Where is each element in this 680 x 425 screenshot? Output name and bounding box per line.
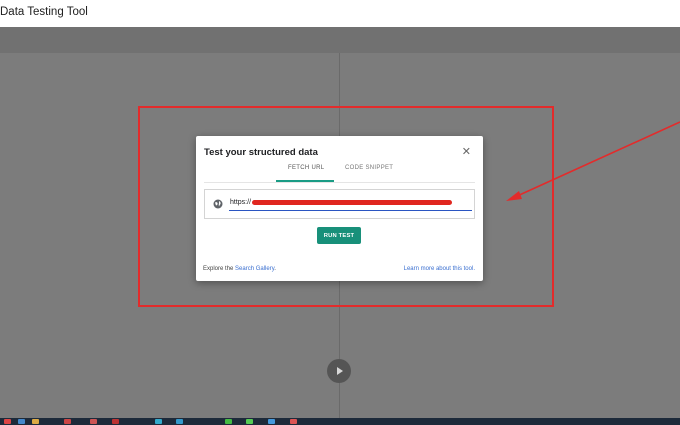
globe-icon — [213, 199, 223, 209]
taskbar-app-icon[interactable] — [155, 419, 162, 424]
dialog-title: Test your structured data — [204, 147, 318, 158]
taskbar-app-icon[interactable] — [246, 419, 253, 424]
taskbar-app-icon[interactable] — [18, 419, 25, 424]
structured-data-dialog: Test your structured data ✕ FETCH URL CO… — [196, 136, 483, 281]
taskbar-app-icon[interactable] — [290, 419, 297, 424]
taskbar-app-icon[interactable] — [176, 419, 183, 424]
close-icon[interactable]: ✕ — [462, 145, 471, 158]
tab-fetch-url[interactable]: FETCH URL — [288, 165, 324, 171]
dialog-tabs: FETCH URL CODE SNIPPET — [196, 163, 483, 183]
taskbar-app-icon[interactable] — [268, 419, 275, 424]
taskbar-app-icon[interactable] — [4, 419, 11, 424]
os-taskbar — [0, 418, 680, 425]
footer-explore: Explore the Search Gallery. — [203, 266, 276, 272]
tab-code-snippet[interactable]: CODE SNIPPET — [345, 165, 393, 171]
url-prefix: https:// — [230, 199, 252, 206]
run-test-button[interactable]: RUN TEST — [317, 227, 361, 244]
taskbar-app-icon[interactable] — [32, 419, 39, 424]
taskbar-app-icon[interactable] — [64, 419, 71, 424]
taskbar-app-icon[interactable] — [225, 419, 232, 424]
tabs-divider — [204, 182, 475, 183]
learn-more-link[interactable]: Learn more about this tool. — [404, 266, 475, 272]
search-gallery-link[interactable]: Search Gallery — [235, 266, 274, 272]
taskbar-app-icon[interactable] — [90, 419, 97, 424]
url-input[interactable]: https:// — [204, 189, 475, 219]
redacted-url — [252, 199, 453, 205]
url-input-underline — [229, 210, 472, 211]
play-icon[interactable] — [327, 359, 351, 383]
taskbar-app-icon[interactable] — [112, 419, 119, 424]
